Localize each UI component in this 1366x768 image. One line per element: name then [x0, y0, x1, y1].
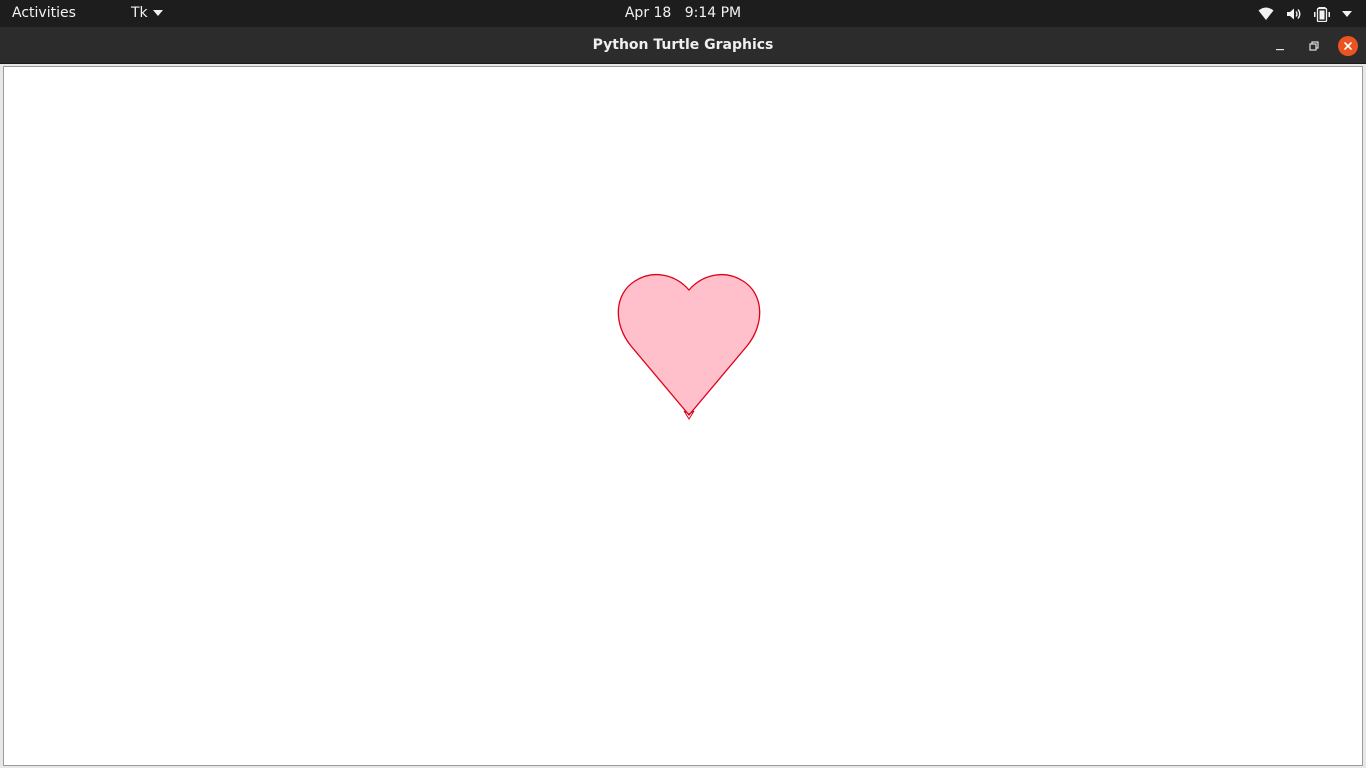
- chevron-down-icon: [152, 10, 163, 16]
- minimize-button[interactable]: [1270, 36, 1290, 56]
- close-icon: [1344, 42, 1352, 50]
- close-button[interactable]: [1338, 36, 1358, 56]
- turtle-canvas[interactable]: [3, 66, 1363, 766]
- window-title: Python Turtle Graphics: [0, 37, 1366, 53]
- top-panel: Activities Tk Apr 18 9:14 PM: [0, 0, 1366, 27]
- window-title-text: Python Turtle Graphics: [592, 37, 774, 53]
- minimize-icon: [1276, 49, 1284, 51]
- wifi-icon[interactable]: [1258, 7, 1274, 21]
- clock-button[interactable]: Apr 18 9:14 PM: [625, 5, 741, 21]
- heart-shape: [617, 274, 761, 417]
- clock: Apr 18 9:14 PM: [0, 5, 1366, 21]
- system-tray[interactable]: [1258, 0, 1352, 27]
- date-label: Apr 18: [624, 5, 672, 21]
- volume-icon[interactable]: [1286, 7, 1302, 21]
- maximize-button[interactable]: [1304, 36, 1324, 56]
- time-label: 9:14 PM: [684, 5, 742, 21]
- system-menu-chevron-icon[interactable]: [1342, 10, 1352, 17]
- app-menu-label: Tk: [131, 5, 148, 21]
- app-menu-button[interactable]: Tk: [131, 5, 163, 21]
- activities-label: Activities: [12, 5, 76, 21]
- turtle-drawing: [617, 274, 761, 420]
- window-titlebar[interactable]: Python Turtle Graphics: [0, 27, 1366, 64]
- activities-button[interactable]: Activities: [12, 5, 76, 21]
- battery-icon[interactable]: [1314, 6, 1330, 22]
- restore-icon: [1309, 41, 1319, 51]
